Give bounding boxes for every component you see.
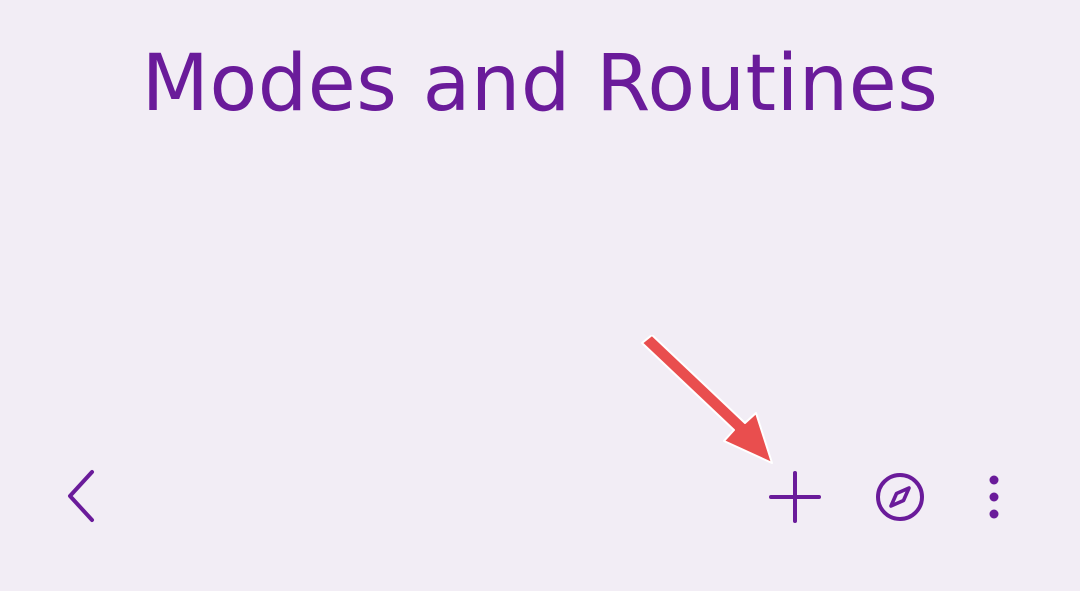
more-vertical-icon <box>989 475 999 519</box>
plus-icon <box>769 471 821 523</box>
compass-icon <box>876 473 924 521</box>
discover-button[interactable] <box>868 466 932 528</box>
chevron-left-icon <box>68 470 94 522</box>
add-routine-button[interactable] <box>762 466 828 528</box>
back-button[interactable] <box>56 466 112 526</box>
annotation-arrow-icon <box>641 335 773 464</box>
page-title: Modes and Routines <box>141 39 939 129</box>
more-options-button[interactable] <box>970 466 1018 528</box>
modes-and-routines-screen: Modes and Routines <box>0 0 1080 591</box>
